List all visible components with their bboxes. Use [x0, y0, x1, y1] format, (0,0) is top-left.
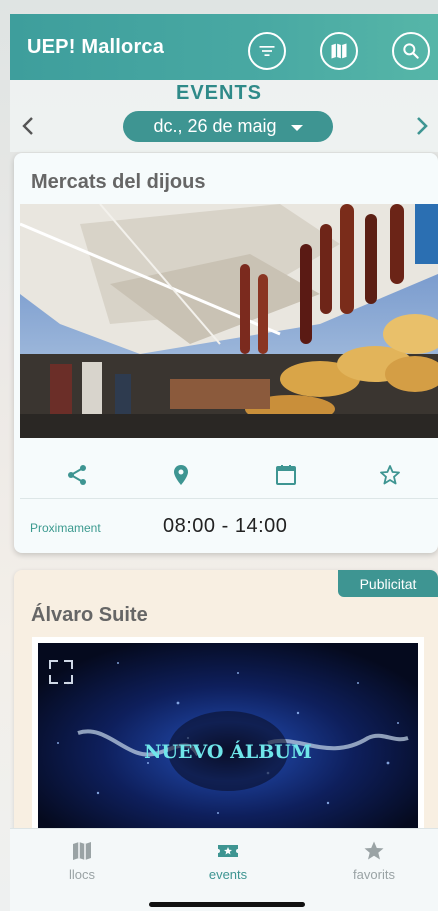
location-pin-icon [174, 465, 188, 485]
ad-badge: Publicitat [338, 570, 438, 597]
map-icon [331, 43, 347, 59]
event-image[interactable] [20, 204, 438, 438]
event-time: 08:00 - 14:00 [163, 515, 288, 537]
section-title: EVENTS [175, 82, 263, 104]
star-icon [364, 841, 384, 860]
map-icon [73, 842, 91, 860]
tab-label-llocs: llocs [68, 867, 95, 882]
album-artwork: NUEVO ÁLBUM [38, 643, 418, 840]
chevron-left-icon[interactable] [17, 114, 41, 138]
ad-title: Álvaro Suite [31, 604, 148, 626]
app-header: UEP! Mallorca [10, 14, 438, 80]
star-outline-icon [380, 465, 400, 485]
location-button[interactable] [167, 461, 195, 489]
ticket-star-icon [218, 845, 238, 857]
ad-card[interactable]: Publicitat Álvaro Suite NUEVO ÁLBUM [14, 570, 438, 840]
share-icon [68, 465, 86, 485]
market-photo [20, 204, 438, 438]
event-card[interactable]: Mercats del dijous Proximament 08:00 - 1… [14, 153, 438, 553]
calendar-icon [276, 465, 296, 485]
search-icon [403, 43, 419, 59]
tab-label-events: events [208, 867, 248, 882]
ad-image-text: NUEVO ÁLBUM [144, 740, 312, 763]
share-button[interactable] [63, 461, 91, 489]
app-title: UEP! Mallorca [27, 36, 165, 58]
caret-down-icon [290, 124, 303, 131]
search-button[interactable] [392, 32, 430, 70]
tab-llocs[interactable]: llocs [32, 839, 132, 882]
date-selector[interactable]: dc., 26 de maig [123, 111, 333, 142]
tab-label-favorits: favorits [353, 867, 395, 882]
event-actions [20, 453, 438, 499]
event-title: Mercats del dijous [31, 171, 206, 193]
bottom-tab-bar: llocs events favorits [10, 828, 438, 911]
event-status: Proximament [30, 521, 101, 535]
map-button[interactable] [320, 32, 358, 70]
chevron-right-icon[interactable] [410, 114, 434, 138]
ad-video[interactable]: NUEVO ÁLBUM [32, 637, 424, 840]
calendar-button[interactable] [272, 461, 300, 489]
date-label: dc., 26 de maig [153, 116, 277, 136]
home-indicator [149, 902, 305, 907]
filter-button[interactable] [248, 32, 286, 70]
tab-favorits[interactable]: favorits [324, 839, 424, 882]
filter-icon [259, 46, 275, 56]
favorite-button[interactable] [376, 461, 404, 489]
tab-events[interactable]: events [178, 839, 278, 882]
